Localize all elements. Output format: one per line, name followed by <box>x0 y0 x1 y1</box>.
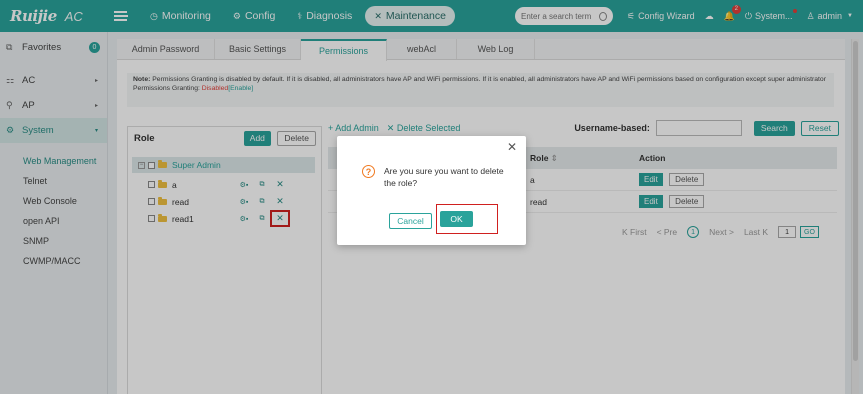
dialog-message: Are you sure you want to delete the role… <box>384 166 504 188</box>
warning-icon: ? <box>362 165 375 178</box>
ok-button[interactable]: OK <box>440 211 473 227</box>
confirm-dialog: ✕ ? Are you sure you want to delete the … <box>337 136 526 245</box>
cancel-button[interactable]: Cancel <box>389 213 432 229</box>
close-icon[interactable]: ✕ <box>507 140 517 154</box>
ok-highlight-frame: OK <box>436 204 498 234</box>
